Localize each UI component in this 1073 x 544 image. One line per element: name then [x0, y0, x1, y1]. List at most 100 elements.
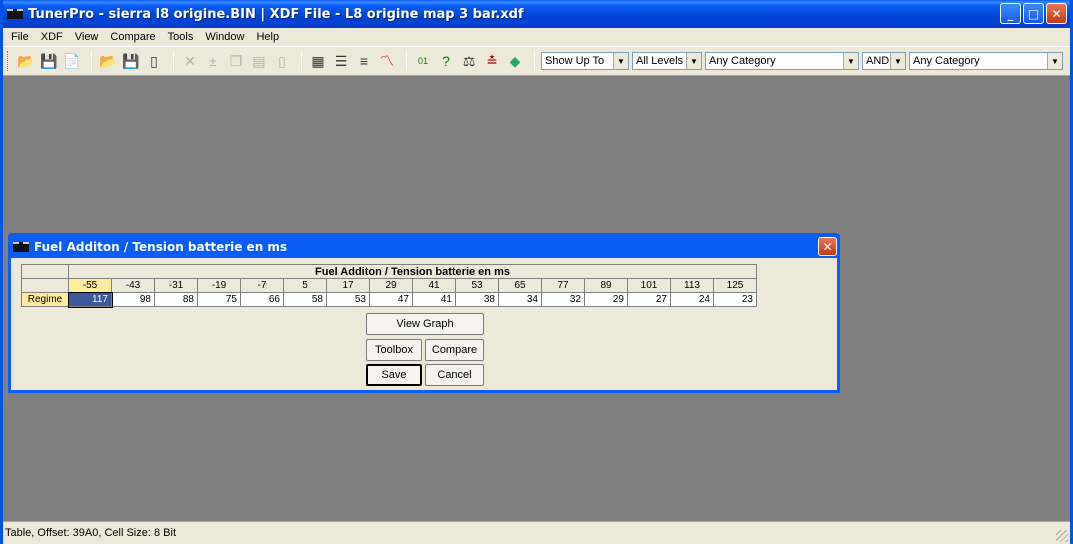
column-header[interactable]: -7: [240, 278, 284, 293]
column-header[interactable]: -43: [111, 278, 155, 293]
binary-icon[interactable]: 01: [413, 51, 433, 71]
logic-select[interactable]: AND ▼: [862, 52, 906, 70]
column-header[interactable]: 17: [326, 278, 370, 293]
cancel-button[interactable]: Cancel: [425, 364, 484, 386]
cut-icon[interactable]: ✕: [180, 51, 200, 71]
table-editor-body: Fuel Additon / Tension batterie en ms -5…: [11, 258, 837, 390]
open-bin-icon[interactable]: 📄: [62, 51, 82, 71]
insert-icon[interactable]: ±: [203, 51, 223, 71]
copy-icon[interactable]: ❐: [226, 51, 246, 71]
compare-button[interactable]: Compare: [425, 339, 484, 361]
status-bar: Table, Offset: 39A0, Cell Size: 8 Bit: [3, 521, 1070, 544]
toolbar-separator: [173, 51, 174, 71]
window-controls: _ □ ✕: [1000, 3, 1067, 24]
table-row: Regime 117 98 88 75 66 58 53 47 41 38 34…: [21, 291, 757, 308]
maximize-button[interactable]: □: [1023, 3, 1044, 24]
new-icon[interactable]: ▯: [144, 51, 164, 71]
compare-icon[interactable]: ⚖: [459, 51, 479, 71]
column-header[interactable]: 125: [713, 278, 757, 293]
column-header[interactable]: 89: [584, 278, 628, 293]
column-header[interactable]: 77: [541, 278, 585, 293]
row-label[interactable]: Regime: [21, 292, 69, 307]
close-button[interactable]: ✕: [1046, 3, 1067, 24]
column-header[interactable]: 29: [369, 278, 413, 293]
column-header[interactable]: 5: [283, 278, 327, 293]
table-cell[interactable]: 75: [197, 292, 241, 307]
adjust-icon[interactable]: ≛: [482, 51, 502, 71]
table-chip-icon: [13, 242, 29, 252]
mdi-workspace: Fuel Additon / Tension batterie en ms ✕ …: [3, 76, 1070, 521]
column-header[interactable]: 101: [627, 278, 671, 293]
menu-view[interactable]: View: [69, 31, 105, 43]
category-select-1[interactable]: Any Category ▼: [705, 52, 859, 70]
category-select-2[interactable]: Any Category ▼: [909, 52, 1063, 70]
save-xdf-icon[interactable]: 💾: [121, 51, 141, 71]
toolbar-grip[interactable]: [7, 51, 10, 71]
table-cell[interactable]: 66: [240, 292, 284, 307]
table-cell[interactable]: 47: [369, 292, 413, 307]
menu-tools[interactable]: Tools: [162, 31, 200, 43]
table-cell[interactable]: 53: [326, 292, 370, 307]
table-cell[interactable]: 24: [670, 292, 714, 307]
save-button[interactable]: Save: [366, 364, 422, 386]
toolbar-separator: [301, 51, 302, 71]
child-window-title: Fuel Additon / Tension batterie en ms: [34, 240, 288, 254]
column-header[interactable]: -55: [68, 278, 112, 293]
menu-help[interactable]: Help: [250, 31, 285, 43]
menu-bar: File XDF View Compare Tools Window Help: [3, 28, 1070, 46]
chevron-down-icon[interactable]: ▼: [843, 53, 858, 69]
view-graph-button[interactable]: View Graph: [366, 313, 484, 335]
table-cell[interactable]: 27: [627, 292, 671, 307]
child-close-button[interactable]: ✕: [818, 237, 837, 256]
show-up-to-select[interactable]: Show Up To ▼: [541, 52, 629, 70]
title-bar[interactable]: TunerPro - sierra l8 origine.BIN | XDF F…: [3, 0, 1070, 28]
menu-xdf[interactable]: XDF: [35, 31, 69, 43]
column-header[interactable]: 65: [498, 278, 542, 293]
table-cell[interactable]: 98: [111, 292, 155, 307]
blank-icon[interactable]: ▯: [272, 51, 292, 71]
column-header[interactable]: 113: [670, 278, 714, 293]
main-toolbar: 📂 💾 📄 📂 💾 ▯ ✕ ± ❐ ▤ ▯ ▦ ☰ ≡ 〽 01 ? ⚖ ≛ ◆…: [3, 46, 1070, 76]
menu-file[interactable]: File: [5, 31, 35, 43]
column-header[interactable]: -19: [197, 278, 241, 293]
help-icon[interactable]: ?: [436, 51, 456, 71]
toolbox-button[interactable]: Toolbox: [366, 339, 422, 361]
levels-select[interactable]: All Levels ▼: [632, 52, 702, 70]
chip-icon[interactable]: ◆: [505, 51, 525, 71]
table-cell[interactable]: 38: [455, 292, 499, 307]
open-xdf-icon[interactable]: 📂: [98, 51, 118, 71]
text-icon[interactable]: ≡: [354, 51, 374, 71]
open-folder-icon[interactable]: 📂: [16, 51, 36, 71]
list-icon[interactable]: ☰: [331, 51, 351, 71]
table-cell[interactable]: 117: [67, 291, 113, 308]
chevron-down-icon[interactable]: ▼: [686, 53, 701, 69]
menu-window[interactable]: Window: [199, 31, 250, 43]
levels-value: All Levels: [636, 55, 684, 67]
table-cell[interactable]: 23: [713, 292, 757, 307]
chevron-down-icon[interactable]: ▼: [890, 53, 905, 69]
table-icon[interactable]: ▦: [308, 51, 328, 71]
table-caption: Fuel Additon / Tension batterie en ms: [68, 264, 757, 279]
chevron-down-icon[interactable]: ▼: [1047, 53, 1062, 69]
child-title-bar[interactable]: Fuel Additon / Tension batterie en ms ✕: [11, 236, 837, 258]
paste-icon[interactable]: ▤: [249, 51, 269, 71]
minimize-button[interactable]: _: [1000, 3, 1021, 24]
table-cell[interactable]: 29: [584, 292, 628, 307]
show-up-to-value: Show Up To: [545, 55, 605, 67]
chevron-down-icon[interactable]: ▼: [613, 53, 628, 69]
column-header[interactable]: 41: [412, 278, 456, 293]
column-header[interactable]: 53: [455, 278, 499, 293]
column-header[interactable]: -31: [154, 278, 198, 293]
graph-icon[interactable]: 〽: [377, 51, 397, 71]
status-text: Table, Offset: 39A0, Cell Size: 8 Bit: [5, 527, 176, 539]
menu-compare[interactable]: Compare: [104, 31, 161, 43]
table-cell[interactable]: 58: [283, 292, 327, 307]
table-cell[interactable]: 41: [412, 292, 456, 307]
category-value-1: Any Category: [709, 55, 776, 67]
save-icon[interactable]: 💾: [39, 51, 59, 71]
toolbar-separator: [406, 51, 407, 71]
table-cell[interactable]: 88: [154, 292, 198, 307]
table-cell[interactable]: 34: [498, 292, 542, 307]
table-cell[interactable]: 32: [541, 292, 585, 307]
resize-grip-icon[interactable]: [1056, 530, 1068, 542]
